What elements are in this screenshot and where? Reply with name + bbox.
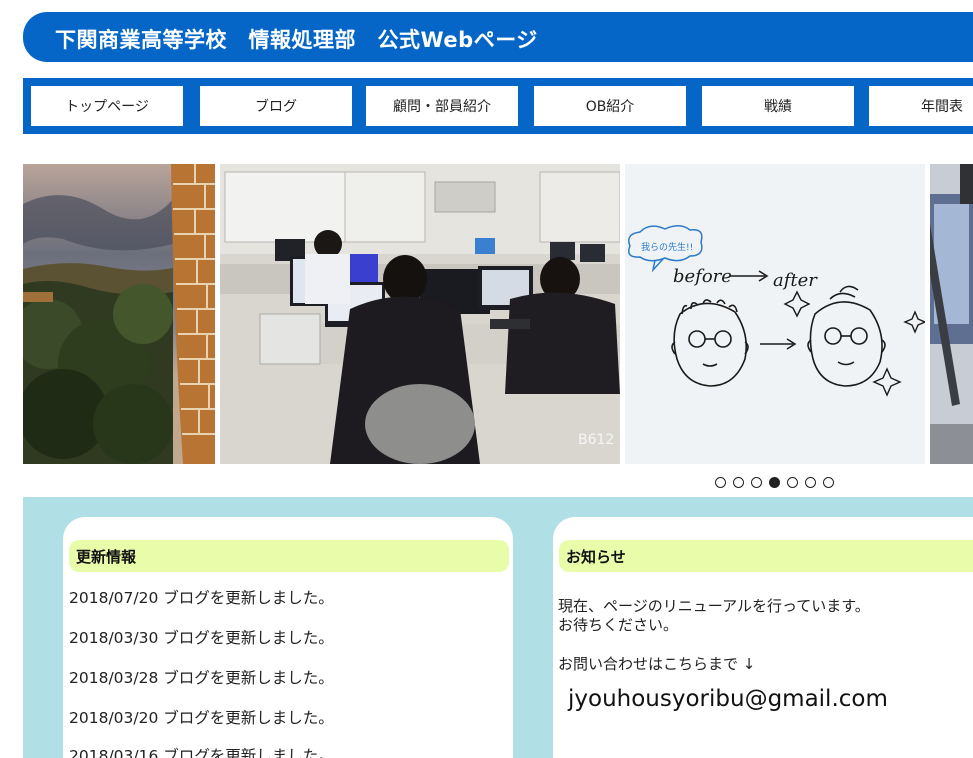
main-nav: トップページ ブログ 顧問・部員紹介 OB紹介 戦績 年間表 (23, 78, 973, 134)
notice-wait-text: お待ちください。 (558, 616, 679, 634)
slider-dot-6[interactable] (805, 477, 816, 488)
notice-heading: お知らせ (559, 540, 973, 572)
slider-dot-1[interactable] (715, 477, 726, 488)
campus-photo (23, 164, 215, 464)
nav-item-members[interactable]: 顧問・部員紹介 (366, 86, 518, 126)
whiteboard-bubble-text: 我らの先生!! (641, 241, 693, 253)
page: 下関商業高等学校 情報処理部 公式Webページ トップページ ブログ 顧問・部員… (0, 0, 973, 758)
nav-item-schedule[interactable]: 年間表 (869, 86, 973, 126)
slide-partial-photo[interactable] (930, 164, 973, 464)
notice-card: お知らせ 現在、ページのリニューアルを行っています。 お待ちください。 お問い合… (553, 517, 973, 758)
updates-card: 更新情報 2018/07/20 ブログを更新しました。 2018/03/30 ブ… (63, 517, 513, 758)
slider-dot-2[interactable] (733, 477, 744, 488)
update-item: 2018/03/28 ブログを更新しました。 (69, 669, 334, 687)
update-item: 2018/03/30 ブログを更新しました。 (69, 629, 334, 647)
nav-item-results[interactable]: 戦績 (702, 86, 854, 126)
slider-dot-5[interactable] (787, 477, 798, 488)
slide-computer-room-photo[interactable]: B612 (220, 164, 620, 464)
notice-renewal-text: 現在、ページのリニューアルを行っています。 (558, 597, 870, 615)
update-item: 2018/07/20 ブログを更新しました。 (69, 589, 334, 607)
update-item: 2018/03/16 ブログを更新しました。 (69, 747, 334, 758)
whiteboard-photo: 我らの先生!! before after (625, 164, 925, 464)
slide-campus-photo[interactable] (23, 164, 215, 464)
photo-watermark: B612 (578, 432, 614, 448)
nav-item-ob[interactable]: OB紹介 (534, 86, 686, 126)
slider-pagination (715, 477, 834, 489)
computer-room-photo: B612 (220, 164, 620, 464)
image-slider: B612 我らの先生!! before after (0, 164, 973, 464)
whiteboard-before-text: before (673, 266, 732, 287)
contact-email[interactable]: jyouhousyoribu@gmail.com (568, 686, 888, 712)
updates-heading: 更新情報 (69, 540, 509, 572)
slider-dot-3[interactable] (751, 477, 762, 488)
whiteboard-after-text: after (773, 270, 818, 291)
slide-whiteboard-photo[interactable]: 我らの先生!! before after (625, 164, 925, 464)
update-item: 2018/03/20 ブログを更新しました。 (69, 709, 334, 727)
partial-photo (930, 164, 973, 464)
nav-item-blog[interactable]: ブログ (200, 86, 352, 126)
slider-dot-7[interactable] (823, 477, 834, 488)
site-header: 下関商業高等学校 情報処理部 公式Webページ (23, 12, 973, 62)
notice-contact-text: お問い合わせはこちらまで ↓ (558, 655, 756, 673)
site-title: 下関商業高等学校 情報処理部 公式Webページ (55, 28, 538, 52)
nav-item-top[interactable]: トップページ (31, 86, 183, 126)
slider-dot-4-active[interactable] (769, 477, 780, 488)
